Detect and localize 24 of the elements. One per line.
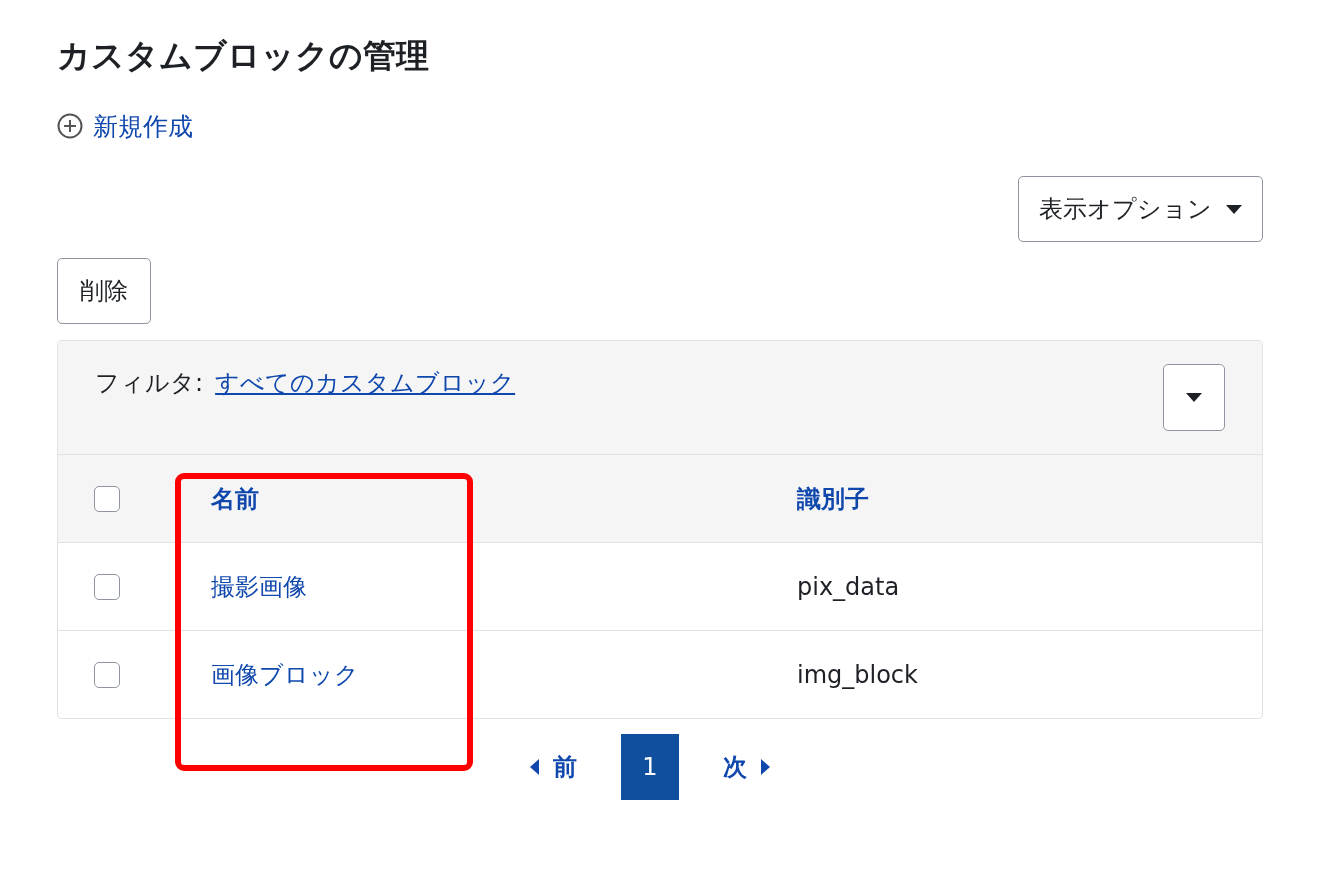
column-header[interactable]: 識別子 xyxy=(797,484,869,513)
page-title: カスタムブロックの管理 xyxy=(57,35,430,77)
display-options-button[interactable]: 表示オプション xyxy=(1018,176,1263,242)
identifier-cell: pix_data xyxy=(797,572,900,601)
block-name-link[interactable]: 撮影画像 xyxy=(211,572,307,601)
filter-label: フィルタ: xyxy=(95,368,204,399)
filter-dropdown-button[interactable] xyxy=(1163,364,1225,431)
row-checkbox[interactable] xyxy=(94,573,120,600)
caret-down-icon xyxy=(1186,393,1202,402)
block-name-link[interactable]: 画像ブロック xyxy=(211,660,359,689)
row-checkbox[interactable] xyxy=(94,661,120,688)
identifier-cell: img_block xyxy=(797,660,918,689)
caret-down-icon xyxy=(1226,204,1242,214)
caret-right-icon xyxy=(761,759,770,775)
add-icon xyxy=(57,113,83,139)
column-header[interactable]: 名前 xyxy=(211,484,259,513)
next-link[interactable]: 次 xyxy=(679,734,814,800)
filter-link[interactable]: すべてのカスタムブロック xyxy=(215,367,516,399)
new-link[interactable]: 新規作成 xyxy=(93,109,193,143)
previous-link[interactable]: 前 xyxy=(486,734,621,800)
caret-left-icon xyxy=(530,759,539,775)
select-all-checkbox[interactable] xyxy=(94,485,120,512)
delete-button[interactable]: 削除 xyxy=(57,258,151,324)
page-button[interactable]: 1 xyxy=(621,734,679,800)
